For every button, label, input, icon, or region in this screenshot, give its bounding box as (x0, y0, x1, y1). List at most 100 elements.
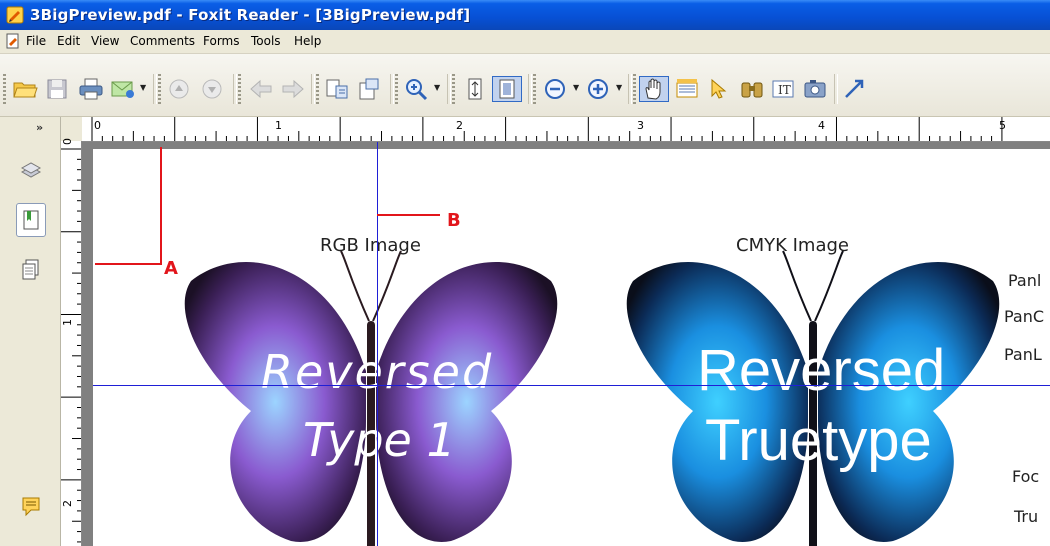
toolbar-separator (628, 74, 632, 104)
side-text: PanC (1004, 307, 1045, 326)
binoculars-icon (741, 82, 763, 98)
menu-file[interactable]: File (26, 34, 46, 48)
svg-text:IT: IT (778, 83, 791, 97)
hand-tool-button[interactable] (639, 76, 669, 102)
menu-forms[interactable]: Forms (203, 34, 239, 48)
ruler-label: 2 (456, 119, 463, 132)
vertical-guide-line[interactable] (377, 142, 378, 546)
menu-edit[interactable]: Edit (57, 34, 80, 48)
comments-tab[interactable] (16, 489, 46, 523)
import-icon (359, 78, 379, 100)
email-button[interactable] (108, 76, 138, 102)
window-title: 3BigPreview.pdf - Foxit Reader - [3BigPr… (30, 6, 471, 24)
horizontal-ruler: 0 1 2 3 4 5 (82, 117, 1050, 142)
reversed-truetype-line2: Truetype (705, 408, 932, 473)
toolbar-grip[interactable] (316, 74, 319, 104)
toolbar-grip[interactable] (238, 74, 241, 104)
back-icon (250, 79, 272, 99)
toolbar-grip[interactable] (158, 74, 161, 104)
toolbar-separator (311, 74, 315, 104)
toolbar-separator (153, 74, 157, 104)
zoom-out-button[interactable] (540, 76, 570, 102)
menu-tools[interactable]: Tools (251, 34, 281, 48)
side-text: Foc (1012, 467, 1040, 486)
select-tool-button[interactable] (704, 76, 734, 102)
snapshot-icon (804, 80, 826, 98)
fit-width-icon (468, 78, 482, 100)
ruler-label: 0 (94, 119, 101, 132)
toolbar-separator (233, 74, 237, 104)
toolbar-separator (390, 74, 394, 104)
save-button[interactable] (42, 76, 72, 102)
print-button[interactable] (76, 76, 106, 102)
bookmarks-tab[interactable] (16, 203, 46, 237)
typewriter-icon: IT (772, 80, 794, 98)
arrow-tool-icon (845, 79, 864, 98)
document-menu-icon[interactable] (5, 33, 21, 49)
ruler-label: 0 (61, 138, 74, 145)
zoom-in-dropdown-icon[interactable]: ▼ (616, 84, 624, 92)
email-icon (111, 81, 134, 98)
find-button[interactable] (737, 76, 767, 102)
text-select-icon (676, 79, 698, 98)
previous-page-button[interactable] (164, 76, 194, 102)
fit-page-icon (499, 79, 515, 99)
forward-icon (282, 79, 304, 99)
fit-page-button[interactable] (492, 76, 522, 102)
toolbar-grip[interactable] (3, 74, 6, 104)
foxit-app-icon[interactable] (6, 6, 24, 24)
collapse-pane-icon[interactable]: » (36, 121, 43, 134)
import-button[interactable] (354, 76, 384, 102)
reversed-type1-line2: Type 1 (303, 413, 456, 467)
toolbar-separator (528, 74, 532, 104)
first-page-icon (169, 79, 189, 99)
zoom-in-icon (406, 79, 428, 101)
back-button[interactable] (246, 76, 276, 102)
open-icon (13, 82, 38, 98)
toolbar-grip[interactable] (533, 74, 536, 104)
save-icon (47, 79, 67, 99)
menu-help[interactable]: Help (294, 34, 321, 48)
fit-width-button[interactable] (460, 76, 490, 102)
bookmarks-icon (23, 210, 39, 230)
rgb-image-caption: RGB Image (320, 235, 421, 256)
arrow-tool-button[interactable] (840, 76, 870, 102)
layers-icon (20, 162, 42, 178)
open-button[interactable] (10, 76, 40, 102)
extract-text-icon (326, 79, 348, 99)
ruler-label: 4 (818, 119, 825, 132)
menu-comments[interactable]: Comments (130, 34, 195, 48)
toolbar-grip[interactable] (395, 74, 398, 104)
forward-button[interactable] (278, 76, 308, 102)
zoom-out-dropdown-icon[interactable]: ▼ (573, 84, 581, 92)
snapshot-button[interactable] (800, 76, 830, 102)
ruler-label: 2 (61, 500, 74, 507)
callout-b-label: B (447, 210, 461, 231)
ruler-label: 3 (637, 119, 644, 132)
next-page-icon (202, 79, 222, 99)
ruler-label: 5 (999, 119, 1006, 132)
next-page-button[interactable] (197, 76, 227, 102)
email-dropdown-icon[interactable]: ▼ (140, 84, 148, 92)
text-select-button[interactable] (672, 76, 702, 102)
pages-icon (22, 259, 39, 280)
typewriter-button[interactable]: IT (768, 76, 798, 102)
zoom-in-button[interactable] (583, 76, 613, 102)
side-text: Panl (1008, 271, 1042, 290)
toolbar-grip[interactable] (452, 74, 455, 104)
zoom-tool-button[interactable] (401, 76, 431, 102)
cmyk-image-caption: CMYK Image (736, 235, 849, 256)
reversed-truetype-line1: Reversed (697, 338, 946, 403)
document-viewport[interactable]: RGB Image CMYK Image Reversed Type 1 Rev… (82, 142, 1050, 546)
toolbar-grip[interactable] (633, 74, 636, 104)
pdf-page[interactable]: RGB Image CMYK Image Reversed Type 1 Rev… (93, 149, 1050, 546)
print-icon (79, 78, 103, 100)
horizontal-guide-line[interactable] (93, 385, 1050, 386)
hand-tool-icon (645, 78, 661, 100)
extract-text-button[interactable] (322, 76, 352, 102)
zoom-dropdown-icon[interactable]: ▼ (434, 84, 442, 92)
menu-view[interactable]: View (91, 34, 119, 48)
menu-bar: File Edit View Comments Forms Tools Help (0, 30, 1050, 54)
layers-tab[interactable] (16, 153, 46, 187)
pages-tab[interactable] (16, 253, 46, 287)
